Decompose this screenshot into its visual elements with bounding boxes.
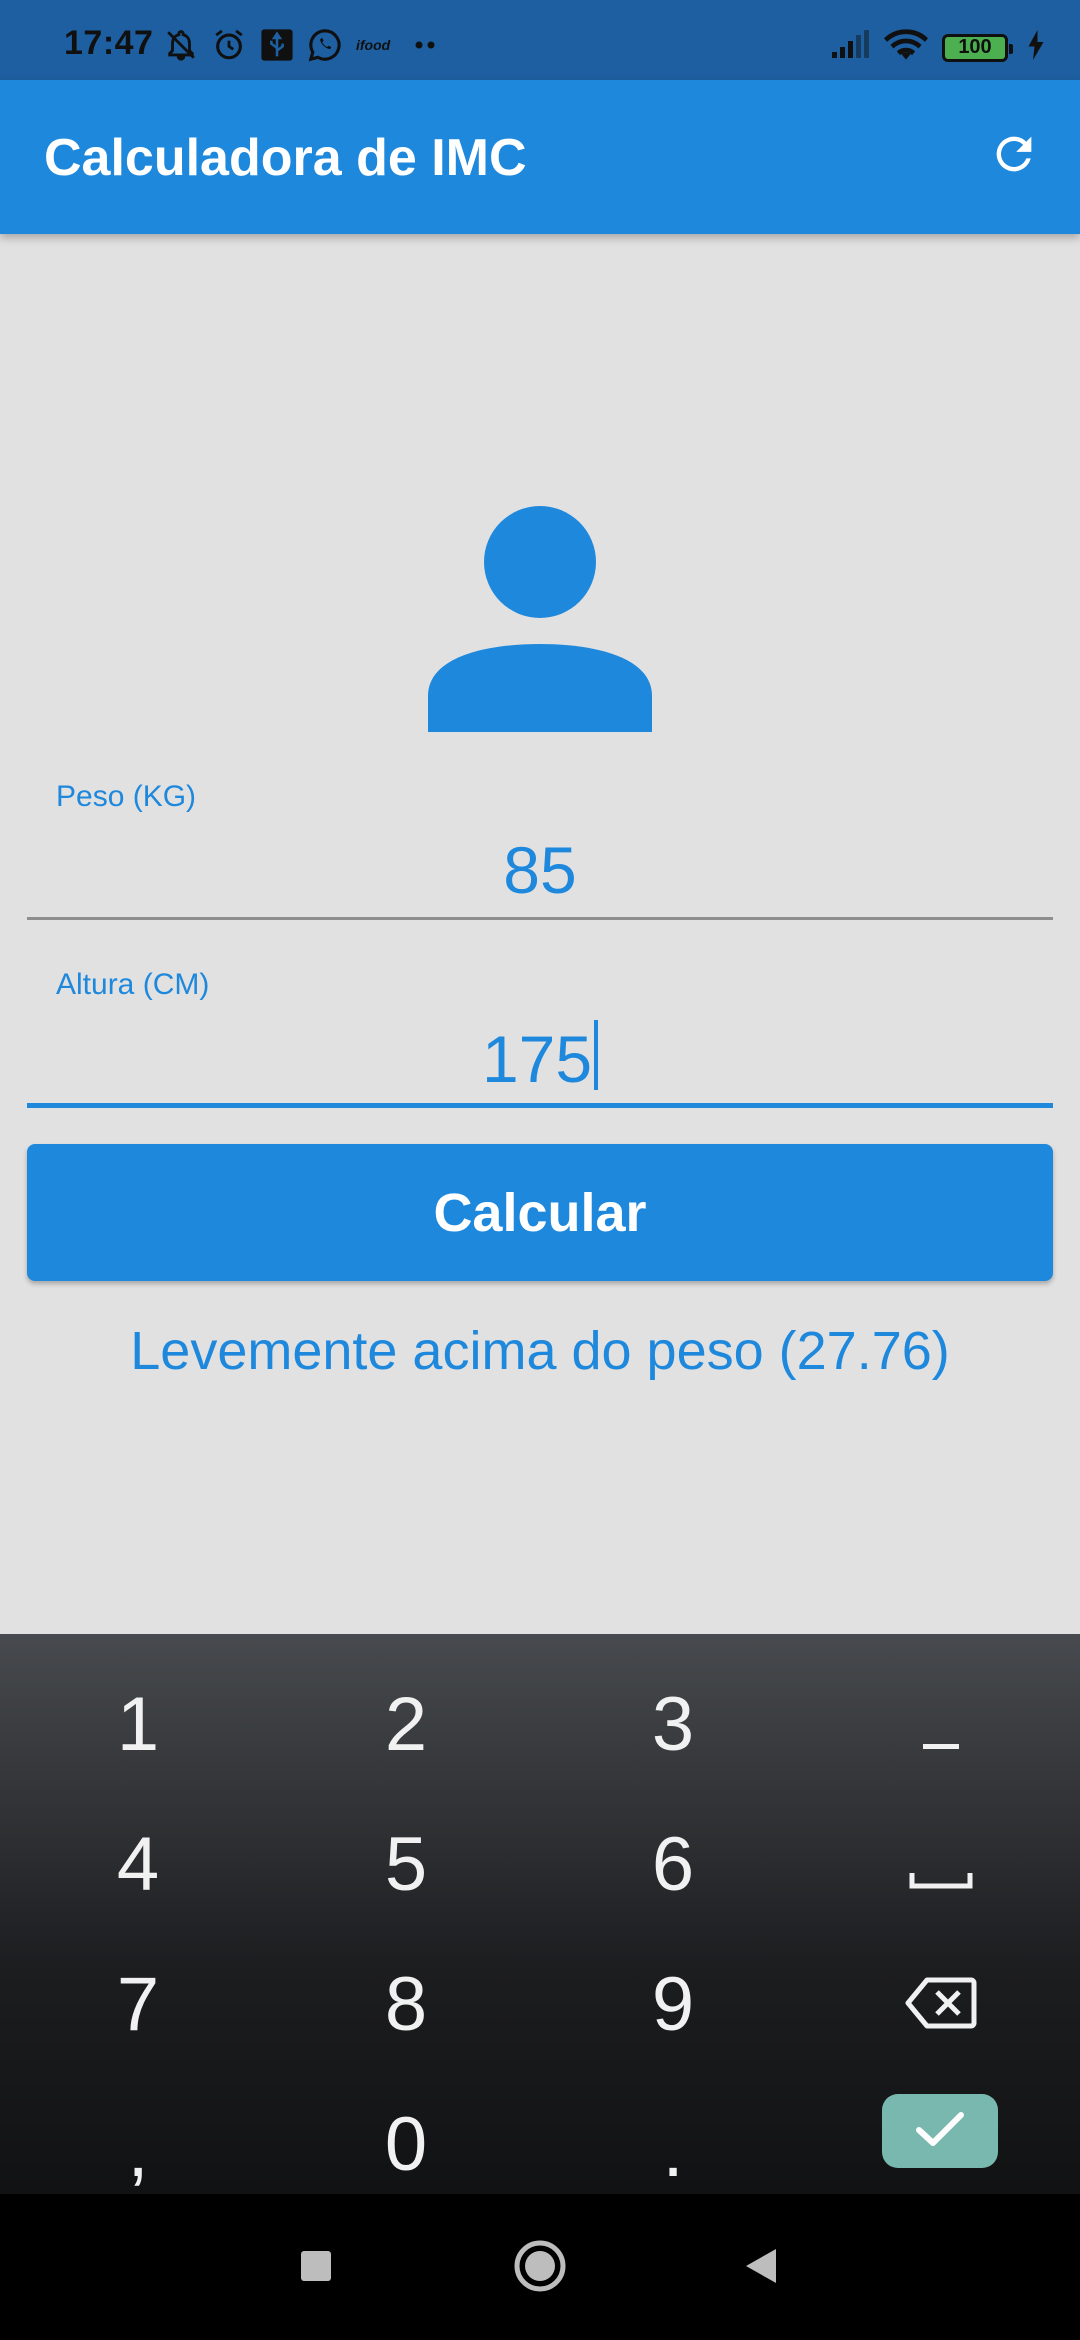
whatsapp-icon <box>308 28 342 62</box>
alarm-icon <box>212 28 246 62</box>
space-icon <box>909 1821 973 1908</box>
status-notification-icons: ifood <box>164 28 438 62</box>
height-field[interactable]: Altura (CM) 175 <box>27 968 1053 1108</box>
minus-icon <box>921 1681 961 1768</box>
weight-input[interactable]: 85 <box>27 832 1053 908</box>
refresh-button[interactable] <box>978 120 1050 192</box>
key-9[interactable]: 9 <box>538 1934 808 2074</box>
key-space[interactable] <box>806 1794 1076 1934</box>
person-icon <box>428 506 652 732</box>
home-icon <box>513 2239 567 2298</box>
recents-icon <box>299 2249 333 2288</box>
system-nav-bar <box>0 2194 1080 2340</box>
backspace-icon <box>905 1961 977 2048</box>
charging-icon <box>1026 30 1046 65</box>
key-0[interactable]: 0 <box>271 2074 541 2214</box>
key-comma[interactable]: , <box>3 2074 273 2214</box>
key-3[interactable]: 3 <box>538 1654 808 1794</box>
ifood-icon: ifood <box>356 35 400 55</box>
height-value: 175 <box>481 1022 593 1096</box>
status-bar: 17:47 ifood 100 <box>0 0 1080 80</box>
key-confirm[interactable] <box>882 2094 998 2168</box>
usb-icon <box>260 28 294 62</box>
main-content: Peso (KG) 85 Altura (CM) 175 Calcular Le… <box>0 234 1080 1634</box>
signal-icon <box>830 30 870 65</box>
numeric-keyboard: 1 2 3 4 5 6 7 8 9 , 0 . <box>0 1634 1080 2194</box>
height-input[interactable]: 175 <box>27 1020 1053 1097</box>
text-caret <box>594 1020 599 1090</box>
check-icon <box>915 2110 965 2153</box>
key-5[interactable]: 5 <box>271 1794 541 1934</box>
more-dots-icon <box>414 40 438 50</box>
result-text: Levemente acima do peso (27.76) <box>130 1321 950 1381</box>
battery-icon: 100 <box>942 33 1013 62</box>
weight-label: Peso (KG) <box>56 780 197 813</box>
key-8[interactable]: 8 <box>271 1934 541 2074</box>
height-underline <box>27 1103 1053 1108</box>
key-1[interactable]: 1 <box>3 1654 273 1794</box>
home-button[interactable] <box>508 2236 572 2300</box>
key-period[interactable]: . <box>538 2074 808 2214</box>
back-icon <box>742 2246 782 2291</box>
app-title: Calculadora de IMC <box>44 129 527 187</box>
muted-bell-icon <box>164 28 198 62</box>
key-backspace[interactable] <box>806 1934 1076 2074</box>
svg-text:ifood: ifood <box>356 37 391 53</box>
refresh-icon <box>988 128 1040 185</box>
back-button[interactable] <box>730 2236 794 2300</box>
key-6[interactable]: 6 <box>538 1794 808 1934</box>
key-4[interactable]: 4 <box>3 1794 273 1934</box>
key-7[interactable]: 7 <box>3 1934 273 2074</box>
recents-button[interactable] <box>284 2236 348 2300</box>
status-time: 17:47 <box>64 24 154 62</box>
status-system-icons: 100 <box>830 28 1046 67</box>
key-2[interactable]: 2 <box>271 1654 541 1794</box>
key-minus[interactable] <box>806 1654 1076 1794</box>
wifi-icon <box>884 28 928 67</box>
height-label: Altura (CM) <box>56 968 210 1001</box>
weight-underline <box>27 917 1053 920</box>
app-bar: Calculadora de IMC <box>0 80 1080 234</box>
calculate-button[interactable]: Calcular <box>27 1144 1053 1281</box>
weight-field[interactable]: Peso (KG) 85 <box>27 780 1053 920</box>
